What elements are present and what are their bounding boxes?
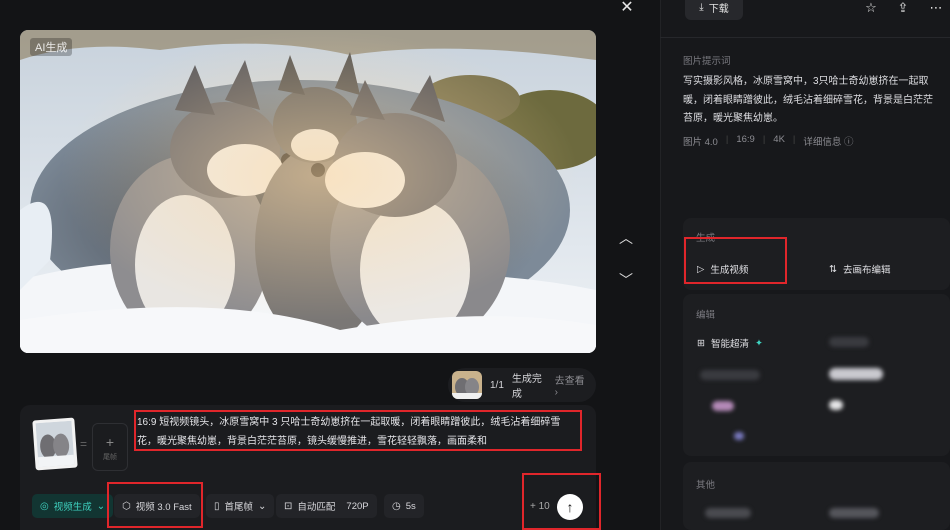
frames-label: 首尾帧	[224, 502, 254, 513]
blurred-action[interactable]	[700, 370, 760, 380]
meta-ratio: 16:9	[736, 134, 755, 145]
chevron-up-icon[interactable]: ︿	[616, 228, 636, 248]
model-select[interactable]: ⬡ 视频 3.0 Fast	[114, 494, 200, 518]
blurred-action[interactable]	[829, 400, 843, 410]
other-section-title: 其他	[696, 480, 716, 491]
hd-icon: ⊞	[697, 337, 705, 349]
video-mode-icon: ◎	[40, 500, 49, 512]
duration-label: 5s	[405, 500, 416, 512]
prompt-input[interactable]: 16:9 短视频镜头，冰原雪窝中 3 只哈士奇幼崽挤在一起取暖，闭着眼睛蹭彼此，…	[135, 413, 581, 451]
ratio-icon: ⊡	[284, 500, 293, 512]
details-link[interactable]: 详细信息 ⓘ	[803, 134, 853, 148]
status-count: 1/1	[490, 379, 504, 391]
blurred-action[interactable]	[829, 337, 869, 347]
cube-icon: ⬡	[122, 500, 131, 512]
first-frame-thumbnail[interactable]	[32, 417, 78, 471]
chevron-down-icon: ⌄	[258, 500, 267, 512]
ai-generated-badge: AI生成	[30, 38, 73, 56]
close-icon[interactable]: ✕	[618, 0, 636, 18]
status-thumbnail	[452, 371, 482, 399]
prompt-composer: = + 尾帧 16:9 短视频镜头，冰原雪窝中 3 只哈士奇幼崽挤在一起取暖，闭…	[20, 405, 601, 530]
download-icon: ⤓	[699, 1, 704, 13]
view-result-link[interactable]: 去查看 ›	[555, 372, 586, 398]
duration-select[interactable]: ◷ 5s	[384, 494, 424, 518]
image-viewer-panel: ✕ AI生成 ︿ ﹀ 1/1 生成完成 去查看 › = + 尾帧 16:9 短视…	[0, 0, 660, 530]
generate-card	[683, 218, 950, 290]
frame-separator: =	[80, 437, 88, 451]
chevron-down-icon[interactable]: ﹀	[616, 270, 636, 290]
clock-icon: ◷	[392, 500, 401, 512]
canvas-edit-button[interactable]: ⇅ 去画布编辑	[829, 262, 891, 277]
share-icon[interactable]: ⇪	[895, 0, 911, 16]
generate-section-title: 生成	[696, 233, 716, 244]
add-last-frame-button[interactable]: + 尾帧	[92, 423, 128, 471]
meta-quality: 4K	[773, 134, 785, 145]
blurred-action[interactable]	[712, 401, 734, 411]
download-label: 下载	[708, 3, 729, 15]
ratio-label: 自动匹配	[297, 502, 336, 513]
credits-cost: + 10	[530, 501, 550, 512]
image-meta: 图片 4.0 | 16:9 | 4K | 详细信息 ⓘ	[683, 134, 854, 148]
generate-video-label: 生成视频	[710, 265, 749, 276]
prompt-section-title: 图片提示词	[683, 56, 731, 67]
generate-video-button[interactable]: ▷ 生成视频	[697, 262, 749, 277]
chevron-down-icon: ⌄	[96, 500, 106, 512]
status-text: 生成完成	[511, 374, 542, 400]
smart-hd-button[interactable]: ⊞ 智能超清 ✦	[697, 336, 763, 351]
blurred-action[interactable]	[705, 508, 751, 518]
husky-puppies-image	[20, 30, 596, 353]
smart-hd-label: 智能超清	[710, 339, 749, 350]
add-sub-label: 尾帧	[103, 454, 117, 461]
other-card	[683, 462, 950, 530]
star-icon[interactable]: ☆	[863, 0, 879, 16]
mode-label: 视频生成	[53, 502, 92, 513]
canvas-edit-label: 去画布编辑	[842, 265, 891, 276]
frames-select[interactable]: ▯ 首尾帧 ⌄	[206, 494, 275, 518]
mode-select[interactable]: ◎ 视频生成 ⌄	[32, 494, 114, 518]
submit-button[interactable]: ↑	[557, 494, 583, 520]
generated-image[interactable]: AI生成	[20, 30, 596, 353]
blurred-action[interactable]	[829, 508, 879, 518]
blurred-action[interactable]	[829, 368, 883, 380]
meta-model: 图片 4.0	[683, 137, 718, 148]
image-prompt-text: 写实摄影风格，冰原雪窝中，3只哈士奇幼崽挤在一起取暖，闭着眼睛蹭彼此，绒毛沾着细…	[683, 76, 933, 124]
add-label: +	[105, 434, 115, 450]
sparkle-icon: ✦	[754, 337, 763, 349]
blurred-action[interactable]	[734, 432, 744, 440]
download-button[interactable]: ⤓ 下载	[685, 0, 743, 20]
ratio-resolution-select[interactable]: ⊡ 自动匹配 720P	[276, 494, 377, 518]
edit-section-title: 编辑	[696, 310, 716, 321]
divider	[660, 37, 950, 38]
more-icon[interactable]: ⋯	[928, 0, 944, 16]
canvas-icon: ⇅	[829, 263, 837, 275]
model-label: 视频 3.0 Fast	[135, 502, 192, 513]
resolution-label: 720P	[346, 500, 369, 512]
generation-status-pill[interactable]: 1/1 生成完成 去查看 ›	[448, 368, 596, 402]
play-icon: ▷	[697, 263, 705, 275]
frame-icon: ▯	[214, 500, 220, 512]
